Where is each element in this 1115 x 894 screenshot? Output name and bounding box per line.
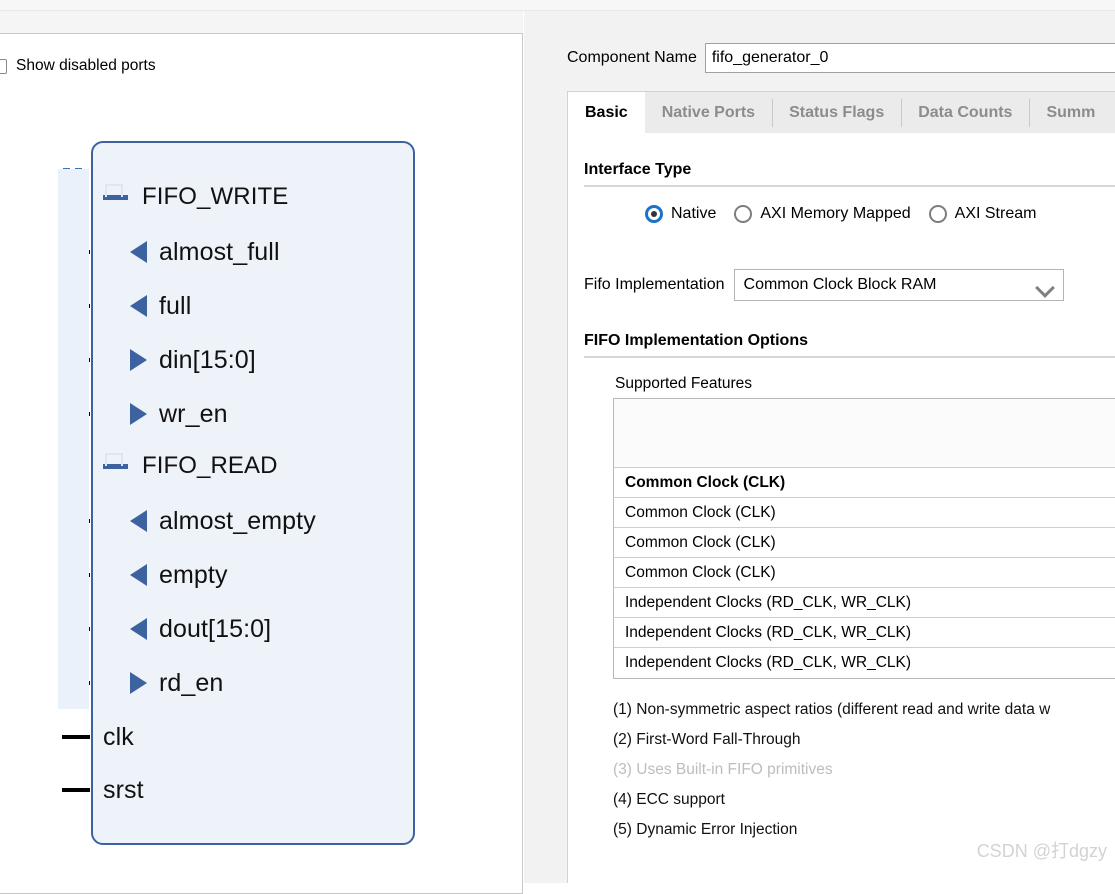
port-label: din[15:0] [159, 345, 256, 374]
interface-type-radio-group: Native AXI Memory Mapped AXI Stream [645, 205, 1054, 223]
window-top-strip [0, 0, 1115, 11]
radio-unselected-icon[interactable] [734, 205, 753, 223]
port-pin [62, 788, 90, 792]
radio-axi-memory-mapped[interactable]: AXI Memory Mapped [734, 205, 911, 223]
port-srst: srst [103, 775, 144, 805]
radio-label: AXI Memory Mapped [760, 205, 911, 222]
radio-selected-icon[interactable] [645, 205, 663, 223]
output-arrow-icon [130, 241, 147, 263]
table-row[interactable]: Common Clock (CLK) [614, 528, 1115, 558]
port-gutter-0 [58, 169, 89, 439]
fifo-implementation-options-rule [584, 356, 1115, 358]
radio-native[interactable]: Native [645, 205, 716, 223]
output-arrow-icon [130, 564, 147, 586]
features-table-header-area [614, 399, 1115, 468]
input-arrow-icon [130, 403, 147, 425]
port-dout150: dout[15:0] [130, 614, 271, 644]
port-label: FIFO_READ [142, 452, 278, 479]
fifo-implementation-label: Fifo Implementation [584, 276, 725, 293]
port-almost_full: almost_full [130, 237, 280, 267]
radio-axi-stream[interactable]: AXI Stream [928, 205, 1037, 223]
interface-type-title: Interface Type [584, 161, 692, 178]
symbol-preview-panel: Show disabled ports FIFO_WRITE almost_ful… [0, 11, 523, 894]
tab-label: Status Flags [789, 104, 885, 121]
table-row[interactable]: Common Clock (CLK) [614, 468, 1115, 498]
input-arrow-icon [130, 349, 147, 371]
interface-type-rule [584, 185, 1115, 187]
supported-features-table[interactable]: Common Clock (CLK) Common Clock (CLK) Comm… [613, 398, 1115, 679]
fifo-implementation-options-title: FIFO Implementation Options [584, 332, 808, 349]
port-gutter-1 [58, 439, 89, 709]
port-din150: din[15:0] [130, 345, 256, 375]
show-disabled-ports-checkbox[interactable]: Show disabled ports [0, 57, 156, 75]
collapse-minus-icon[interactable] [103, 183, 128, 200]
supported-features-label: Supported Features [615, 375, 753, 392]
tab-summ[interactable]: Summ [1029, 92, 1112, 134]
tab-status-flags[interactable]: Status Flags [772, 92, 901, 134]
port-label: FIFO_WRITE [142, 183, 289, 210]
port-label: empty [159, 560, 228, 589]
table-row[interactable]: Common Clock (CLK) [614, 498, 1115, 528]
tab-native-ports[interactable]: Native Ports [645, 92, 772, 134]
show-disabled-ports-label: Show disabled ports [16, 57, 156, 74]
table-row[interactable]: Independent Clocks (RD_CLK, WR_CLK) [614, 588, 1115, 618]
radio-unselected-icon[interactable] [928, 205, 947, 223]
collapse-minus-icon[interactable] [103, 452, 128, 469]
port-fifo_write: FIFO_WRITE [103, 182, 288, 212]
port-label: dout[15:0] [159, 614, 272, 643]
port-label: clk [103, 722, 134, 751]
tab-label: Native Ports [661, 104, 756, 121]
footnote-item: (4) ECC support [613, 791, 725, 808]
footnote-list: (1) Non-symmetric aspect ratios (differe… [613, 695, 1115, 845]
chevron-down-icon[interactable] [1034, 278, 1055, 298]
fifo-implementation-select[interactable]: Common Clock Block RAM [733, 269, 1064, 301]
tab-bar: Basic Native Ports Status Flags Data Counts… [567, 91, 1115, 134]
port-almost_empty: almost_empty [130, 506, 316, 536]
fifo-implementation-value: Common Clock Block RAM [743, 276, 937, 293]
tab-label: Basic [585, 104, 628, 121]
fifo-block-symbol: FIFO_WRITE almost_fullfull din[15:0] wr_en F… [58, 141, 418, 845]
tab-label: Data Counts [918, 104, 1013, 121]
output-arrow-icon [130, 510, 147, 532]
tab-basic[interactable]: Basic [568, 92, 645, 134]
port-label: full [159, 291, 192, 320]
port-wr_en: wr_en [130, 399, 228, 429]
component-name-label: Component Name [567, 49, 697, 66]
port-clk: clk [103, 722, 134, 752]
table-row[interactable]: Independent Clocks (RD_CLK, WR_CLK) [614, 648, 1115, 678]
port-pin [62, 735, 90, 739]
port-label: srst [103, 775, 144, 804]
port-rd_en: rd_en [130, 668, 223, 698]
checkbox-icon[interactable] [0, 58, 7, 74]
component-name-input[interactable] [704, 43, 1115, 73]
basic-tab-content: Interface Type Native AXI Memory Mapped AX… [567, 133, 1115, 883]
features-table-rows: Common Clock (CLK) Common Clock (CLK) Comm… [614, 468, 1115, 678]
tab-data-counts[interactable]: Data Counts [901, 92, 1029, 134]
port-full: full [130, 291, 191, 321]
port-label: almost_full [159, 237, 280, 266]
port-label: rd_en [159, 668, 224, 697]
input-arrow-icon [130, 672, 147, 694]
port-fifo_read: FIFO_READ [103, 451, 278, 481]
table-row[interactable]: Common Clock (CLK) [614, 558, 1115, 588]
port-label: almost_empty [159, 506, 316, 535]
footnote-item: (2) First-Word Fall-Through [613, 731, 801, 748]
output-arrow-icon [130, 295, 147, 317]
configuration-panel: Component Name Basic Native Ports Status F… [524, 11, 1115, 883]
watermark: CSDN @打dgzy [976, 841, 1107, 861]
port-empty: empty [130, 560, 228, 590]
component-name-row: Component Name [567, 43, 1115, 73]
fifo-implementation-row: Fifo Implementation Common Clock Block R… [584, 269, 1064, 301]
radio-label: Native [671, 205, 717, 222]
port-label: wr_en [159, 399, 228, 428]
tab-label: Summ [1046, 104, 1096, 121]
table-row[interactable]: Independent Clocks (RD_CLK, WR_CLK) [614, 618, 1115, 648]
radio-label: AXI Stream [954, 205, 1037, 222]
output-arrow-icon [130, 618, 147, 640]
footnote-item: (3) Uses Built-in FIFO primitives [613, 761, 833, 778]
footnote-item: (1) Non-symmetric aspect ratios (differe… [613, 701, 1051, 718]
